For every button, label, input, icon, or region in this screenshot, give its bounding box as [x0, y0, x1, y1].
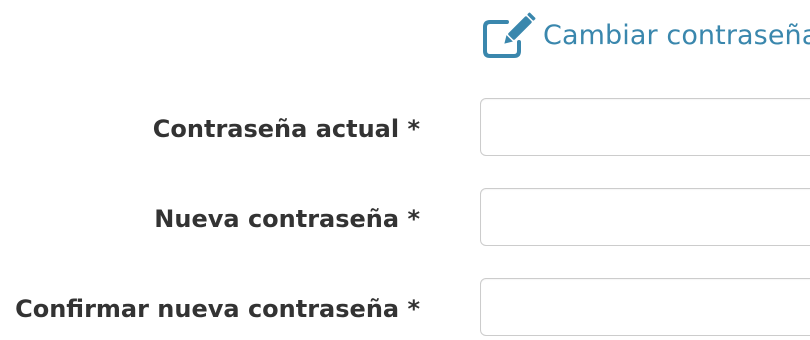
- change-password-header-link[interactable]: Cambiar contraseña: [481, 12, 810, 60]
- current-password-input[interactable]: [480, 98, 810, 156]
- edit-icon: [481, 12, 537, 60]
- new-password-input[interactable]: [480, 188, 810, 246]
- current-password-row: Contraseña actual *: [0, 98, 810, 160]
- current-password-label: Contraseña actual *: [152, 115, 420, 143]
- new-password-label: Nueva contraseña *: [154, 205, 420, 233]
- confirm-password-label: Confirmar nueva contraseña *: [15, 295, 420, 323]
- new-password-row: Nueva contraseña *: [0, 188, 810, 250]
- change-password-title: Cambiar contraseña: [543, 20, 810, 51]
- confirm-password-input[interactable]: [480, 278, 810, 336]
- confirm-password-row: Confirmar nueva contraseña *: [0, 278, 810, 340]
